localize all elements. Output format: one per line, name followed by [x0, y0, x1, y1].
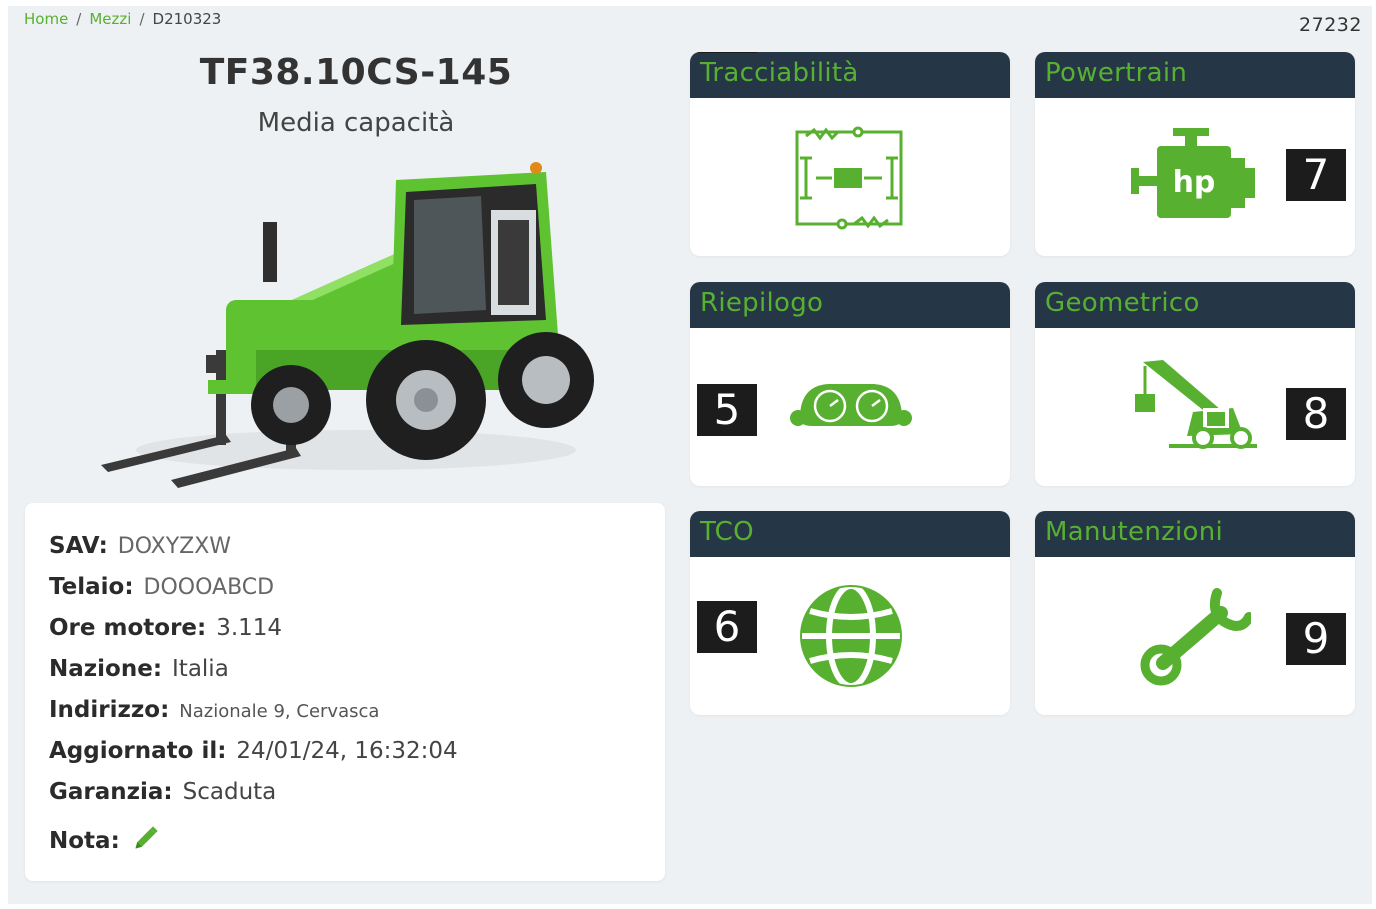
sav-label: SAV:: [49, 533, 108, 559]
tile-number-badge: 5: [697, 384, 757, 436]
nazione-label: Nazione:: [49, 656, 163, 682]
sav-value: DOXYZXW: [117, 534, 232, 559]
telaio-value: DOOOABCD: [143, 575, 275, 600]
tile-riepilogo[interactable]: Riepilogo 5: [690, 282, 1010, 486]
garanzia-value: Scaduta: [182, 779, 277, 805]
info-row-telaio: Telaio: DOOOABCD: [49, 574, 641, 615]
tile-title: Riepilogo: [690, 282, 1010, 328]
tile-powertrain[interactable]: Powertrain 7 hp: [1035, 52, 1355, 256]
tile-number-badge: 4: [697, 52, 757, 53]
telehandler-image: [101, 162, 594, 488]
tile-manutenzioni[interactable]: Manutenzioni 9: [1035, 511, 1355, 715]
tile-title: Powertrain: [1035, 52, 1355, 98]
pencil-icon[interactable]: [132, 824, 160, 852]
telaio-label: Telaio:: [49, 574, 134, 600]
tile-title: Tracciabilità: [690, 52, 1010, 98]
breadcrumb-separator: /: [76, 10, 82, 28]
info-row-nazione: Nazione: Italia: [49, 656, 641, 697]
tile-number-badge: 8: [1286, 388, 1346, 440]
svg-text:hp: hp: [1173, 165, 1216, 200]
ore-motore-label: Ore motore:: [49, 615, 207, 641]
tile-number-badge: 9: [1286, 613, 1346, 665]
breadcrumb-current: D210323: [152, 10, 222, 28]
engine-hp-icon: hp: [1131, 128, 1255, 218]
indirizzo-label: Indirizzo:: [49, 697, 170, 723]
info-row-ore-motore: Ore motore: 3.114: [49, 615, 641, 656]
globe-icon: [800, 583, 902, 689]
tile-geometrico[interactable]: Geometrico 8: [1035, 282, 1355, 486]
breadcrumb-vehicles-link[interactable]: Mezzi: [89, 10, 131, 28]
indirizzo-value: Nazionale 9, Cervasca: [179, 701, 380, 722]
info-row-aggiornato: Aggiornato il: 24/01/24, 16:32:04: [49, 738, 641, 779]
info-row-nota: Nota:: [49, 820, 641, 861]
ore-motore-value: 3.114: [216, 615, 283, 641]
info-row-indirizzo: Indirizzo: Nazionale 9, Cervasca: [49, 697, 641, 738]
dashboard-gauges-icon: [790, 384, 912, 426]
vehicle-model-title: TF38.10CS-145: [199, 52, 513, 93]
breadcrumb-home-link[interactable]: Home: [24, 10, 68, 28]
breadcrumb-separator: /: [139, 10, 145, 28]
nazione-value: Italia: [172, 656, 229, 682]
info-row-sav: SAV: DOXYZXW: [49, 533, 641, 574]
garanzia-label: Garanzia:: [49, 779, 173, 805]
aggiornato-label: Aggiornato il:: [49, 738, 227, 764]
tile-number-badge: 6: [697, 601, 757, 653]
tile-tco[interactable]: TCO 6: [690, 511, 1010, 715]
traceability-schematic-icon: [795, 126, 903, 230]
vehicle-info-card: SAV: DOXYZXW Telaio: DOOOABCD Ore motore…: [25, 503, 665, 881]
info-row-garanzia: Garanzia: Scaduta: [49, 779, 641, 820]
tile-tracciabilita[interactable]: Tracciabilità 4: [690, 52, 1010, 256]
breadcrumb: Home / Mezzi / D210323: [24, 10, 221, 28]
tile-title: Geometrico: [1035, 282, 1355, 328]
telehandler-lift-icon: [1135, 360, 1257, 449]
tile-number-badge: 7: [1286, 149, 1346, 201]
vehicle-category-subtitle: Media capacità: [257, 108, 455, 138]
aggiornato-value: 24/01/24, 16:32:04: [236, 738, 458, 764]
wrench-icon: [1140, 588, 1251, 686]
page-id: 27232: [1299, 14, 1362, 36]
tile-title: TCO: [690, 511, 1010, 557]
nota-label: Nota:: [49, 828, 120, 854]
tile-title: Manutenzioni: [1035, 511, 1355, 557]
